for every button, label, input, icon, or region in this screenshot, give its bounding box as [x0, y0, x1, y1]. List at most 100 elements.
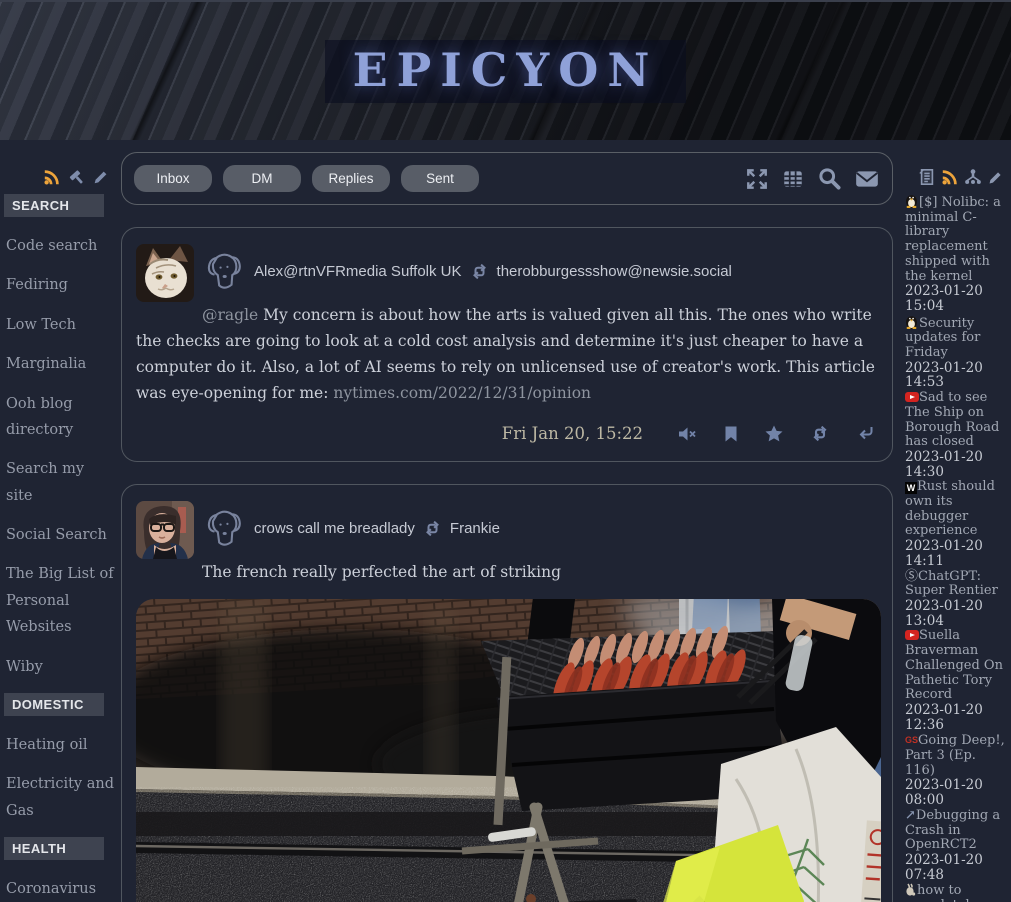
post-title-row: crows call me breadlady Frankie — [202, 499, 878, 551]
epicyon-dog-icon[interactable] — [202, 248, 246, 294]
left-link[interactable]: Wiby — [6, 654, 114, 680]
expand-icon[interactable] — [745, 167, 769, 191]
tab-sent[interactable]: Sent — [401, 165, 479, 192]
rss-icon[interactable] — [43, 168, 61, 186]
news-title: Suella Braverman Challenged On Pathetic … — [905, 628, 1003, 702]
post-text: The french really perfected the art of s… — [202, 563, 561, 581]
news-item[interactable]: GSGoing Deep!, Part 3 (Ep. 116) 2023-01-… — [905, 733, 1008, 808]
left-link[interactable]: Electricity and Gas — [6, 771, 114, 824]
gs-badge-icon: GS — [905, 735, 918, 745]
avatar[interactable] — [136, 501, 194, 559]
post-content: The french really perfected the art of s… — [136, 559, 878, 585]
left-section-search: SEARCH Code search Fediring Low Tech Mar… — [4, 194, 114, 680]
section-header: DOMESTIC — [4, 693, 104, 716]
left-link[interactable]: Coronavirus statistics — [6, 876, 114, 902]
arrow-icon: ↗ — [905, 808, 916, 823]
tab-dm[interactable]: DM — [223, 165, 301, 192]
reply-icon[interactable] — [857, 426, 874, 441]
search-icon[interactable] — [817, 166, 842, 191]
news-item[interactable]: how to completely own an airline in 3 — [905, 883, 1008, 902]
timeline-header: Inbox DM Replies Sent — [121, 152, 893, 205]
envelope-icon[interactable] — [854, 168, 880, 190]
external-link[interactable]: nytimes.com/2022/12/31/opinion — [333, 384, 591, 402]
post-title-row: Alex@rtnVFRmedia Suffolk UK therobburges… — [202, 242, 878, 294]
news-time: 2023-01-20 12:36 — [905, 703, 1008, 732]
repeat-icon[interactable] — [810, 425, 830, 442]
post-content: @ragle My concern is about how the arts … — [136, 302, 878, 406]
youtube-icon — [905, 630, 919, 640]
tab-replies[interactable]: Replies — [312, 165, 390, 192]
post-timestamp[interactable]: Fri Jan 20, 15:22 — [502, 424, 643, 443]
news-time: 2023-01-20 15:04 — [905, 284, 1008, 313]
news-time: 2023-01-20 13:04 — [905, 599, 1008, 628]
banner[interactable]: EPICYON — [0, 0, 1011, 140]
star-icon[interactable] — [765, 425, 783, 442]
left-link[interactable]: Code search — [6, 233, 114, 259]
news-title: Rust should own its debugger experience — [905, 479, 995, 538]
news-title: [$] Nolibc: a minimal C-library replacem… — [905, 195, 1001, 284]
post-footer: Fri Jan 20, 15:22 — [136, 424, 874, 443]
w-badge-icon: W — [905, 482, 917, 494]
newspaper-icon[interactable] — [918, 168, 936, 186]
news-item[interactable]: [$] Nolibc: a minimal C-library replacem… — [905, 194, 1008, 314]
post-recipient[interactable]: Frankie — [450, 520, 500, 537]
left-column-icons — [4, 168, 114, 186]
boost-icon — [423, 520, 442, 537]
section-header: HEALTH — [4, 837, 104, 860]
left-link[interactable]: Heating oil — [6, 732, 114, 758]
boost-icon — [470, 263, 489, 280]
section-header: SEARCH — [4, 194, 104, 217]
epicyon-dog-icon[interactable] — [202, 505, 246, 551]
post-image[interactable] — [136, 599, 881, 902]
post-author[interactable]: Alex@rtnVFRmedia Suffolk UK — [254, 263, 462, 280]
news-item[interactable]: WRust should own its debugger experience… — [905, 480, 1008, 568]
person-avatar-image — [136, 501, 194, 559]
post-recipient[interactable]: therobburgessshow@newsie.social — [497, 263, 732, 280]
news-title: how to completely own an airline in 3 — [905, 883, 999, 902]
tab-inbox[interactable]: Inbox — [134, 165, 212, 192]
timeline-column: Inbox DM Replies Sent — [121, 140, 893, 902]
pen-icon[interactable] — [92, 168, 110, 186]
left-link[interactable]: Ooh blog directory — [6, 391, 114, 444]
mute-icon[interactable] — [678, 426, 697, 442]
news-time: 2023-01-20 07:48 — [905, 853, 1008, 882]
news-time: 2023-01-20 14:11 — [905, 539, 1008, 568]
news-item[interactable]: Suella Braverman Challenged On Pathetic … — [905, 629, 1008, 732]
post: Alex@rtnVFRmedia Suffolk UK therobburges… — [121, 227, 893, 462]
avatar[interactable] — [136, 244, 194, 302]
news-title: ChatGPT: Super Rentier — [905, 569, 998, 599]
left-section-domestic: DOMESTIC Heating oil Electricity and Gas — [4, 693, 114, 824]
mention-link[interactable]: @ragle — [202, 306, 258, 324]
left-link[interactable]: Marginalia — [6, 351, 114, 377]
bookmark-icon[interactable] — [724, 426, 738, 442]
sitemap-icon[interactable] — [964, 168, 982, 186]
hammer-icon[interactable] — [67, 168, 86, 186]
rss-icon[interactable] — [941, 168, 959, 186]
news-title: Going Deep!, Part 3 (Ep. 116) — [905, 733, 1005, 777]
timeline-header-icons — [745, 166, 880, 191]
post-author[interactable]: crows call me breadlady — [254, 520, 415, 537]
left-link[interactable]: Fediring — [6, 272, 114, 298]
left-link[interactable]: Search my site — [6, 456, 114, 509]
left-link[interactable]: Low Tech — [6, 312, 114, 338]
rabbit-icon — [905, 883, 916, 896]
lwn-penguin-icon — [905, 194, 918, 208]
news-column: [$] Nolibc: a minimal C-library replacem… — [900, 140, 1008, 902]
left-section-health: HEALTH Coronavirus statistics — [4, 837, 114, 902]
strike-bbq-photo — [136, 599, 881, 902]
left-link[interactable]: Social Search — [6, 522, 114, 548]
news-column-icons — [900, 168, 1008, 186]
timeline-tabs: Inbox DM Replies Sent — [134, 165, 479, 192]
pen-icon[interactable] — [987, 169, 1004, 186]
lwn-penguin-icon — [905, 315, 918, 329]
left-link[interactable]: The Big List of Personal Websites — [6, 561, 114, 640]
health-links: Coronavirus statistics — [4, 876, 114, 902]
news-item[interactable]: ↗Debugging a Crash in OpenRCT2 2023-01-2… — [905, 809, 1008, 883]
news-time: 2023-01-20 08:00 — [905, 778, 1008, 807]
news-item[interactable]: ⓈChatGPT: Super Rentier 2023-01-20 13:04 — [905, 570, 1008, 629]
site-title: EPICYON — [325, 40, 687, 103]
post: crows call me breadlady Frankie The fren… — [121, 484, 893, 902]
calendar-grid-icon[interactable] — [781, 167, 805, 191]
news-item[interactable]: Security updates for Friday 2023-01-20 1… — [905, 315, 1008, 391]
news-item[interactable]: Sad to see The Ship on Borough Road has … — [905, 391, 1008, 479]
